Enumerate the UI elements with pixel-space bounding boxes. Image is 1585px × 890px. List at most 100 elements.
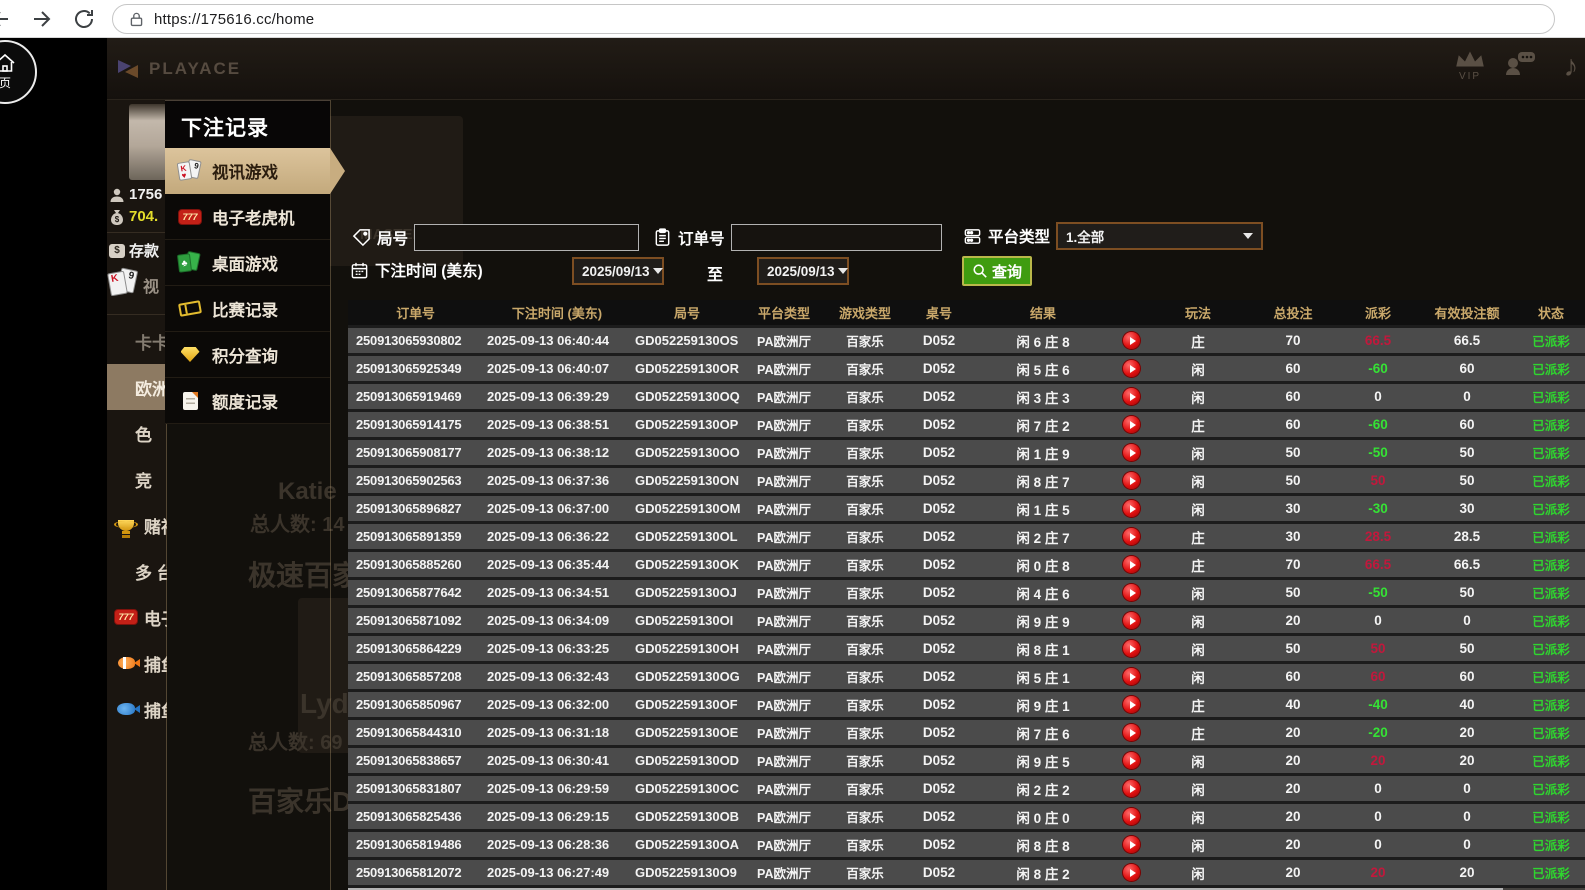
round-cell: GD052259130OG bbox=[631, 664, 743, 689]
round-input[interactable] bbox=[414, 224, 639, 251]
play-button[interactable] bbox=[1123, 500, 1140, 517]
home-float-button[interactable]: 页 bbox=[0, 40, 37, 104]
header-cell: 下注时间 (美东) bbox=[483, 300, 631, 325]
search-button[interactable]: 查询 bbox=[962, 256, 1032, 286]
page: Katie总人数: 14极速百家乐MLydia总人数: 69 庄百家乐D52MA… bbox=[0, 38, 1585, 890]
sidebar-item-se[interactable]: 色 bbox=[107, 410, 167, 456]
site-header: PLAYACE VIP ♪ bbox=[107, 38, 1585, 100]
bet-cell: 50 bbox=[1247, 468, 1339, 493]
play-button[interactable] bbox=[1123, 444, 1140, 461]
order-input[interactable] bbox=[731, 224, 942, 251]
address-bar[interactable]: https://175616.cc/home bbox=[112, 4, 1555, 34]
result-cell: 闲 7 庄 2 bbox=[973, 412, 1113, 437]
time-cell: 2025-09-13 06:40:44 bbox=[483, 328, 631, 353]
video-tab-label: 视 bbox=[143, 273, 159, 297]
result-cell: 闲 5 庄 1 bbox=[973, 664, 1113, 689]
platform-label: 平台类型 bbox=[988, 225, 1050, 247]
header-cell: 总投注 bbox=[1247, 300, 1339, 325]
sidebar-item-jing[interactable]: 竞 bbox=[107, 456, 167, 502]
play-button[interactable] bbox=[1123, 528, 1140, 545]
play-button[interactable] bbox=[1123, 640, 1140, 657]
platform-filter: 平台类型 1.全部 bbox=[963, 222, 1263, 250]
menu-item-credit-records[interactable]: 额度记录 bbox=[165, 378, 330, 424]
sidebar-item-kaka[interactable]: 卡卡 bbox=[107, 318, 167, 364]
table-row: 2509130658642292025-09-13 06:33:25GD0522… bbox=[348, 636, 1585, 664]
play-button[interactable] bbox=[1123, 332, 1140, 349]
diamond-icon bbox=[177, 342, 203, 368]
sidebar-item-gambling-tournament[interactable]: 赌神赛 bbox=[107, 502, 167, 548]
table-row: 2509130659308022025-09-13 06:40:44GD0522… bbox=[348, 328, 1585, 356]
header-cell: 结果 bbox=[973, 300, 1113, 325]
table-cell: D052 bbox=[905, 748, 973, 773]
menu-item-points-query[interactable]: 积分查询 bbox=[165, 332, 330, 378]
video-games-tab[interactable]: 9 K 视 bbox=[109, 268, 159, 302]
status-cell: 已派彩 bbox=[1517, 496, 1585, 521]
sidebar-item-fishing-master[interactable]: 捕鱼大师 bbox=[107, 686, 167, 732]
sidebar-item-fishing-king[interactable]: 捕鱼王 bbox=[107, 640, 167, 686]
play-button[interactable] bbox=[1123, 388, 1140, 405]
play-button[interactable] bbox=[1123, 584, 1140, 601]
play-button[interactable] bbox=[1123, 808, 1140, 825]
sidebar-item-label: 欧洲 bbox=[135, 375, 167, 400]
platform-cell: PA欧洲厅 bbox=[743, 636, 825, 661]
side-cell: 闲 bbox=[1149, 356, 1247, 381]
bet-cell: 20 bbox=[1247, 776, 1339, 801]
sidebar-item-europe[interactable]: 欧洲 bbox=[107, 364, 167, 410]
side-cell: 庄 bbox=[1149, 720, 1247, 745]
avatar bbox=[129, 104, 167, 180]
menu-item-table-games[interactable]: ♣桌面游戏 bbox=[165, 240, 330, 286]
play-button[interactable] bbox=[1123, 696, 1140, 713]
search-icon bbox=[972, 263, 988, 279]
date-from-select[interactable]: 2025/09/13 bbox=[572, 257, 664, 285]
round-cell: GD052259130OE bbox=[631, 720, 743, 745]
order-cell: 250913065891359 bbox=[348, 524, 483, 549]
status-cell: 已派彩 bbox=[1517, 748, 1585, 773]
play-button[interactable] bbox=[1123, 360, 1140, 377]
home-label: 页 bbox=[0, 74, 11, 91]
time-cell: 2025-09-13 06:32:00 bbox=[483, 692, 631, 717]
customer-service-icon[interactable] bbox=[1503, 50, 1537, 81]
play-button[interactable] bbox=[1123, 416, 1140, 433]
play-cell bbox=[1113, 720, 1149, 745]
play-button[interactable] bbox=[1123, 472, 1140, 489]
table-cell: D052 bbox=[905, 580, 973, 605]
menu-item-label: 电子老虎机 bbox=[212, 205, 295, 229]
play-button[interactable] bbox=[1123, 752, 1140, 769]
valid-cell: 60 bbox=[1417, 664, 1517, 689]
sidebar-item-multi-table[interactable]: 多 台 bbox=[107, 548, 167, 594]
play-button[interactable] bbox=[1123, 724, 1140, 741]
game-cell: 百家乐 bbox=[825, 608, 905, 633]
music-icon[interactable]: ♪ bbox=[1551, 50, 1585, 84]
payout-cell: 28.5 bbox=[1339, 524, 1417, 549]
platform-select[interactable]: 1.全部 bbox=[1056, 222, 1263, 250]
menu-item-slot-machines[interactable]: 777电子老虎机 bbox=[165, 194, 330, 240]
play-button[interactable] bbox=[1123, 668, 1140, 685]
back-icon[interactable] bbox=[0, 7, 12, 31]
sidebar-item-electronic-games[interactable]: 777电子游戏 bbox=[107, 594, 167, 640]
vip-icon[interactable]: VIP bbox=[1455, 50, 1485, 82]
play-button[interactable] bbox=[1123, 836, 1140, 853]
play-button[interactable] bbox=[1123, 556, 1140, 573]
round-cell: GD052259130ON bbox=[631, 468, 743, 493]
table-row: 2509130658443102025-09-13 06:31:18GD0522… bbox=[348, 720, 1585, 748]
platform-cell: PA欧洲厅 bbox=[743, 524, 825, 549]
play-button[interactable] bbox=[1123, 612, 1140, 629]
date-to-select[interactable]: 2025/09/13 bbox=[757, 257, 849, 285]
valid-cell: 66.5 bbox=[1417, 552, 1517, 577]
play-button[interactable] bbox=[1123, 864, 1140, 881]
result-cell: 闲 3 庄 3 bbox=[973, 384, 1113, 409]
menu-item-video-games[interactable]: 9K♥视讯游戏 bbox=[165, 148, 330, 194]
order-cell: 250913065819486 bbox=[348, 832, 483, 857]
valid-cell: 0 bbox=[1417, 804, 1517, 829]
deposit-button[interactable]: $ 存款 bbox=[109, 240, 159, 261]
play-cell bbox=[1113, 384, 1149, 409]
bet-cell: 50 bbox=[1247, 440, 1339, 465]
table-cell: D052 bbox=[905, 384, 973, 409]
status-cell: 已派彩 bbox=[1517, 860, 1585, 885]
side-cell: 庄 bbox=[1149, 524, 1247, 549]
menu-item-match-records[interactable]: 比赛记录 bbox=[165, 286, 330, 332]
play-button[interactable] bbox=[1123, 780, 1140, 797]
forward-icon[interactable] bbox=[30, 7, 54, 31]
refresh-icon[interactable] bbox=[72, 7, 96, 31]
money-bag-icon: $ bbox=[109, 209, 125, 225]
